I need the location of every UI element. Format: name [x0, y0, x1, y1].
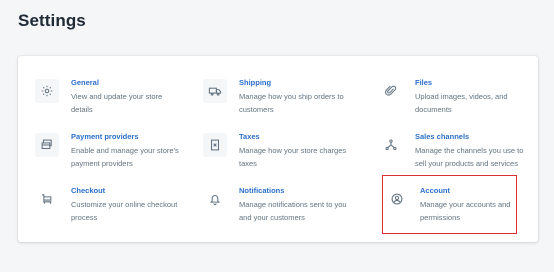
settings-item-desc: Manage how your store charges: [239, 146, 347, 155]
settings-item-title[interactable]: Notifications: [239, 186, 347, 196]
settings-item-desc: documents: [415, 105, 452, 114]
settings-item-taxes[interactable]: Taxes Manage how your store charges taxe…: [203, 132, 368, 182]
settings-item-shipping[interactable]: Shipping Manage how you ship orders to c…: [203, 78, 368, 128]
truck-icon: [203, 79, 227, 103]
settings-item-desc: Manage notifications sent to you: [239, 200, 347, 209]
bell-icon: [203, 187, 227, 211]
settings-item-title[interactable]: Files: [415, 78, 508, 88]
settings-item-desc: payment providers: [71, 159, 133, 168]
paperclip-icon: [379, 79, 403, 103]
settings-item-desc: taxes: [239, 159, 257, 168]
settings-item-desc: Upload images, videos, and: [415, 92, 508, 101]
settings-item-desc: sell your products and services: [415, 159, 518, 168]
settings-item-title[interactable]: Checkout: [71, 186, 177, 196]
settings-item-title[interactable]: General: [71, 78, 162, 88]
settings-item-desc: View and update your store: [71, 92, 163, 101]
settings-item-files[interactable]: Files Upload images, videos, and documen…: [379, 78, 544, 128]
settings-item-desc: Manage the channels you use to: [415, 146, 524, 155]
settings-item-title[interactable]: Taxes: [239, 132, 346, 142]
settings-item-title[interactable]: Sales channels: [415, 132, 523, 142]
settings-item-payment-providers[interactable]: Payment providers Enable and manage your…: [35, 132, 200, 182]
settings-item-desc: Customize your online checkout: [71, 200, 178, 209]
account-highlight-box: [382, 175, 517, 234]
settings-item-desc: customers: [239, 105, 274, 114]
settings-item-general[interactable]: General View and update your store detai…: [35, 78, 200, 128]
page-title: Settings: [18, 11, 86, 30]
settings-item-checkout[interactable]: Checkout Customize your online checkout …: [35, 186, 200, 236]
receipt-icon: [203, 133, 227, 157]
settings-item-desc: process: [71, 213, 98, 222]
cart-icon: [35, 187, 59, 211]
settings-item-notifications[interactable]: Notifications Manage notifications sent …: [203, 186, 368, 236]
settings-item-title[interactable]: Payment providers: [71, 132, 179, 142]
credit-card-icon: [35, 133, 59, 157]
settings-item-title[interactable]: Shipping: [239, 78, 344, 88]
settings-item-desc: and your customers: [239, 213, 305, 222]
settings-item-desc: Manage how you ship orders to: [239, 92, 344, 101]
channels-icon: [379, 133, 403, 157]
gear-icon: [35, 79, 59, 103]
settings-item-desc: details: [71, 105, 93, 114]
settings-item-desc: Enable and manage your store's: [71, 146, 179, 155]
